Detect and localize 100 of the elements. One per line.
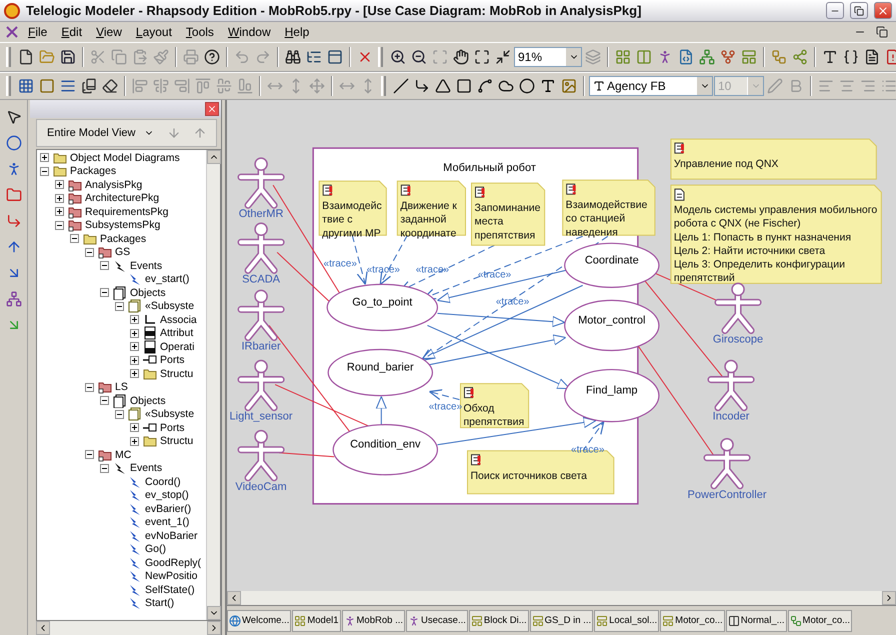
expand-icon[interactable]: [40, 153, 49, 162]
collapse-icon[interactable]: [55, 220, 64, 230]
pointer-icon[interactable]: [6, 109, 22, 125]
tree-item[interactable]: ArchitecturePkg: [84, 192, 160, 204]
document-tab[interactable]: Motor_co...: [788, 610, 852, 632]
document-tab[interactable]: Welcome...: [227, 610, 292, 632]
document-menu-icon[interactable]: [4, 24, 20, 40]
zoom-in-icon[interactable]: [390, 49, 406, 65]
collapse-icon[interactable]: [85, 450, 94, 460]
text-tool-icon[interactable]: [540, 78, 556, 94]
toolbar-grip[interactable]: [6, 76, 11, 96]
tree-item[interactable]: GoodReply(: [144, 556, 202, 569]
document-tab[interactable]: GS_D in ...: [530, 610, 594, 632]
tree-item[interactable]: Packages: [99, 232, 148, 245]
collapse-icon[interactable]: [40, 166, 49, 176]
tree-item[interactable]: Object Model Diagrams: [69, 152, 181, 164]
freeform-icon[interactable]: [498, 78, 514, 94]
expand-icon[interactable]: [130, 342, 139, 352]
tree-item[interactable]: Objects: [129, 286, 167, 299]
eraser-icon[interactable]: [102, 78, 118, 94]
tree-item[interactable]: Objects: [129, 394, 167, 407]
font-combo[interactable]: Agency FB: [589, 76, 713, 96]
document-tab[interactable]: Block Di...: [468, 610, 529, 632]
document-tab[interactable]: Motor_co...: [660, 610, 725, 632]
network-icon[interactable]: [699, 49, 715, 65]
tree-item[interactable]: GS: [114, 246, 132, 258]
tree-item[interactable]: Start(): [144, 597, 176, 610]
tree-item[interactable]: ev_stop(): [144, 489, 190, 502]
expand-icon[interactable]: [55, 207, 64, 216]
tree-item[interactable]: Go(): [144, 543, 167, 556]
tree-item[interactable]: NewPositio: [144, 570, 199, 582]
triangle-icon[interactable]: [435, 78, 451, 94]
hand-icon[interactable]: [453, 49, 469, 65]
fit-icon[interactable]: [474, 49, 490, 65]
tree-item[interactable]: Attribut: [159, 327, 194, 340]
tree-item[interactable]: LS: [114, 381, 129, 394]
columns-icon[interactable]: [636, 49, 652, 65]
menu-item[interactable]: Tools: [180, 24, 220, 40]
collapse-icon[interactable]: [100, 396, 109, 406]
curve-icon[interactable]: [477, 78, 493, 94]
tree-item[interactable]: «Subsyste: [144, 300, 196, 312]
expand-icon[interactable]: [130, 315, 139, 324]
menu-item[interactable]: Window: [222, 24, 277, 40]
tree-item[interactable]: Ports: [159, 354, 186, 366]
horizontal-scrollbar[interactable]: [227, 591, 896, 605]
tree-item[interactable]: AnalysisPkg: [84, 178, 144, 191]
collapse-icon[interactable]: [100, 261, 109, 270]
binoculars-icon[interactable]: [285, 49, 301, 65]
tree-item[interactable]: ev_start(): [144, 273, 190, 286]
collapse-icon[interactable]: [100, 288, 109, 298]
shrink-icon[interactable]: [495, 49, 511, 65]
tree-item[interactable]: Events: [129, 260, 164, 272]
collapse-icon[interactable]: [100, 464, 109, 473]
tree-item[interactable]: SelfState(): [144, 584, 196, 596]
expand-icon[interactable]: [55, 194, 64, 203]
dotted-grid-icon[interactable]: [18, 78, 34, 94]
expand-icon[interactable]: [130, 369, 139, 378]
toolbar-grip[interactable]: [378, 47, 383, 67]
horizontal-scrollbar[interactable]: [36, 621, 221, 635]
panel-icon[interactable]: [741, 49, 757, 65]
window-icon[interactable]: [327, 49, 343, 65]
package-icon[interactable]: [6, 187, 22, 203]
tree-list-icon[interactable]: [306, 49, 322, 65]
tree-item[interactable]: evBarier(): [144, 502, 192, 515]
toolbar-grip[interactable]: [381, 76, 386, 96]
tree-item[interactable]: Operati: [159, 340, 196, 353]
text-frame-icon[interactable]: [822, 49, 838, 65]
corner-line-icon[interactable]: [414, 78, 430, 94]
association-icon[interactable]: [6, 213, 22, 229]
braces-icon[interactable]: [843, 49, 859, 65]
grid-diagram-icon[interactable]: [615, 49, 631, 65]
expand-icon[interactable]: [130, 328, 139, 338]
restore-button[interactable]: [850, 2, 868, 19]
line-tool-icon[interactable]: [393, 78, 409, 94]
close-button[interactable]: [874, 2, 892, 19]
tree-item[interactable]: Events: [129, 462, 164, 474]
tree-item[interactable]: Packages: [69, 165, 118, 178]
vertical-scrollbar[interactable]: [206, 150, 220, 620]
tree-item[interactable]: SubsystemsPkg: [84, 219, 162, 232]
document-tab[interactable]: Usecase...: [406, 610, 468, 632]
tree-item[interactable]: RequirementsPkg: [84, 206, 170, 218]
new-file-icon[interactable]: [18, 49, 34, 65]
save-icon[interactable]: [60, 49, 76, 65]
minimize-button[interactable]: [826, 2, 844, 19]
menu-item[interactable]: View: [90, 24, 128, 40]
close-panel-button[interactable]: [205, 102, 219, 116]
image-icon[interactable]: [561, 78, 577, 94]
zoom-out-icon[interactable]: [411, 49, 427, 65]
book-icon[interactable]: [81, 78, 97, 94]
document-icon[interactable]: [864, 49, 880, 65]
expand-icon[interactable]: [55, 180, 64, 190]
menu-item[interactable]: Edit: [55, 24, 88, 40]
toolbar-grip[interactable]: [6, 47, 11, 67]
generalization-icon[interactable]: [6, 239, 22, 255]
document-restore-icon[interactable]: [876, 26, 888, 38]
expand-icon[interactable]: [130, 356, 139, 365]
menu-item[interactable]: Layout: [130, 24, 178, 40]
menu-item[interactable]: File: [22, 24, 54, 40]
tree-item[interactable]: Coord(): [144, 476, 182, 488]
tree-item[interactable]: event_1(): [144, 516, 190, 528]
